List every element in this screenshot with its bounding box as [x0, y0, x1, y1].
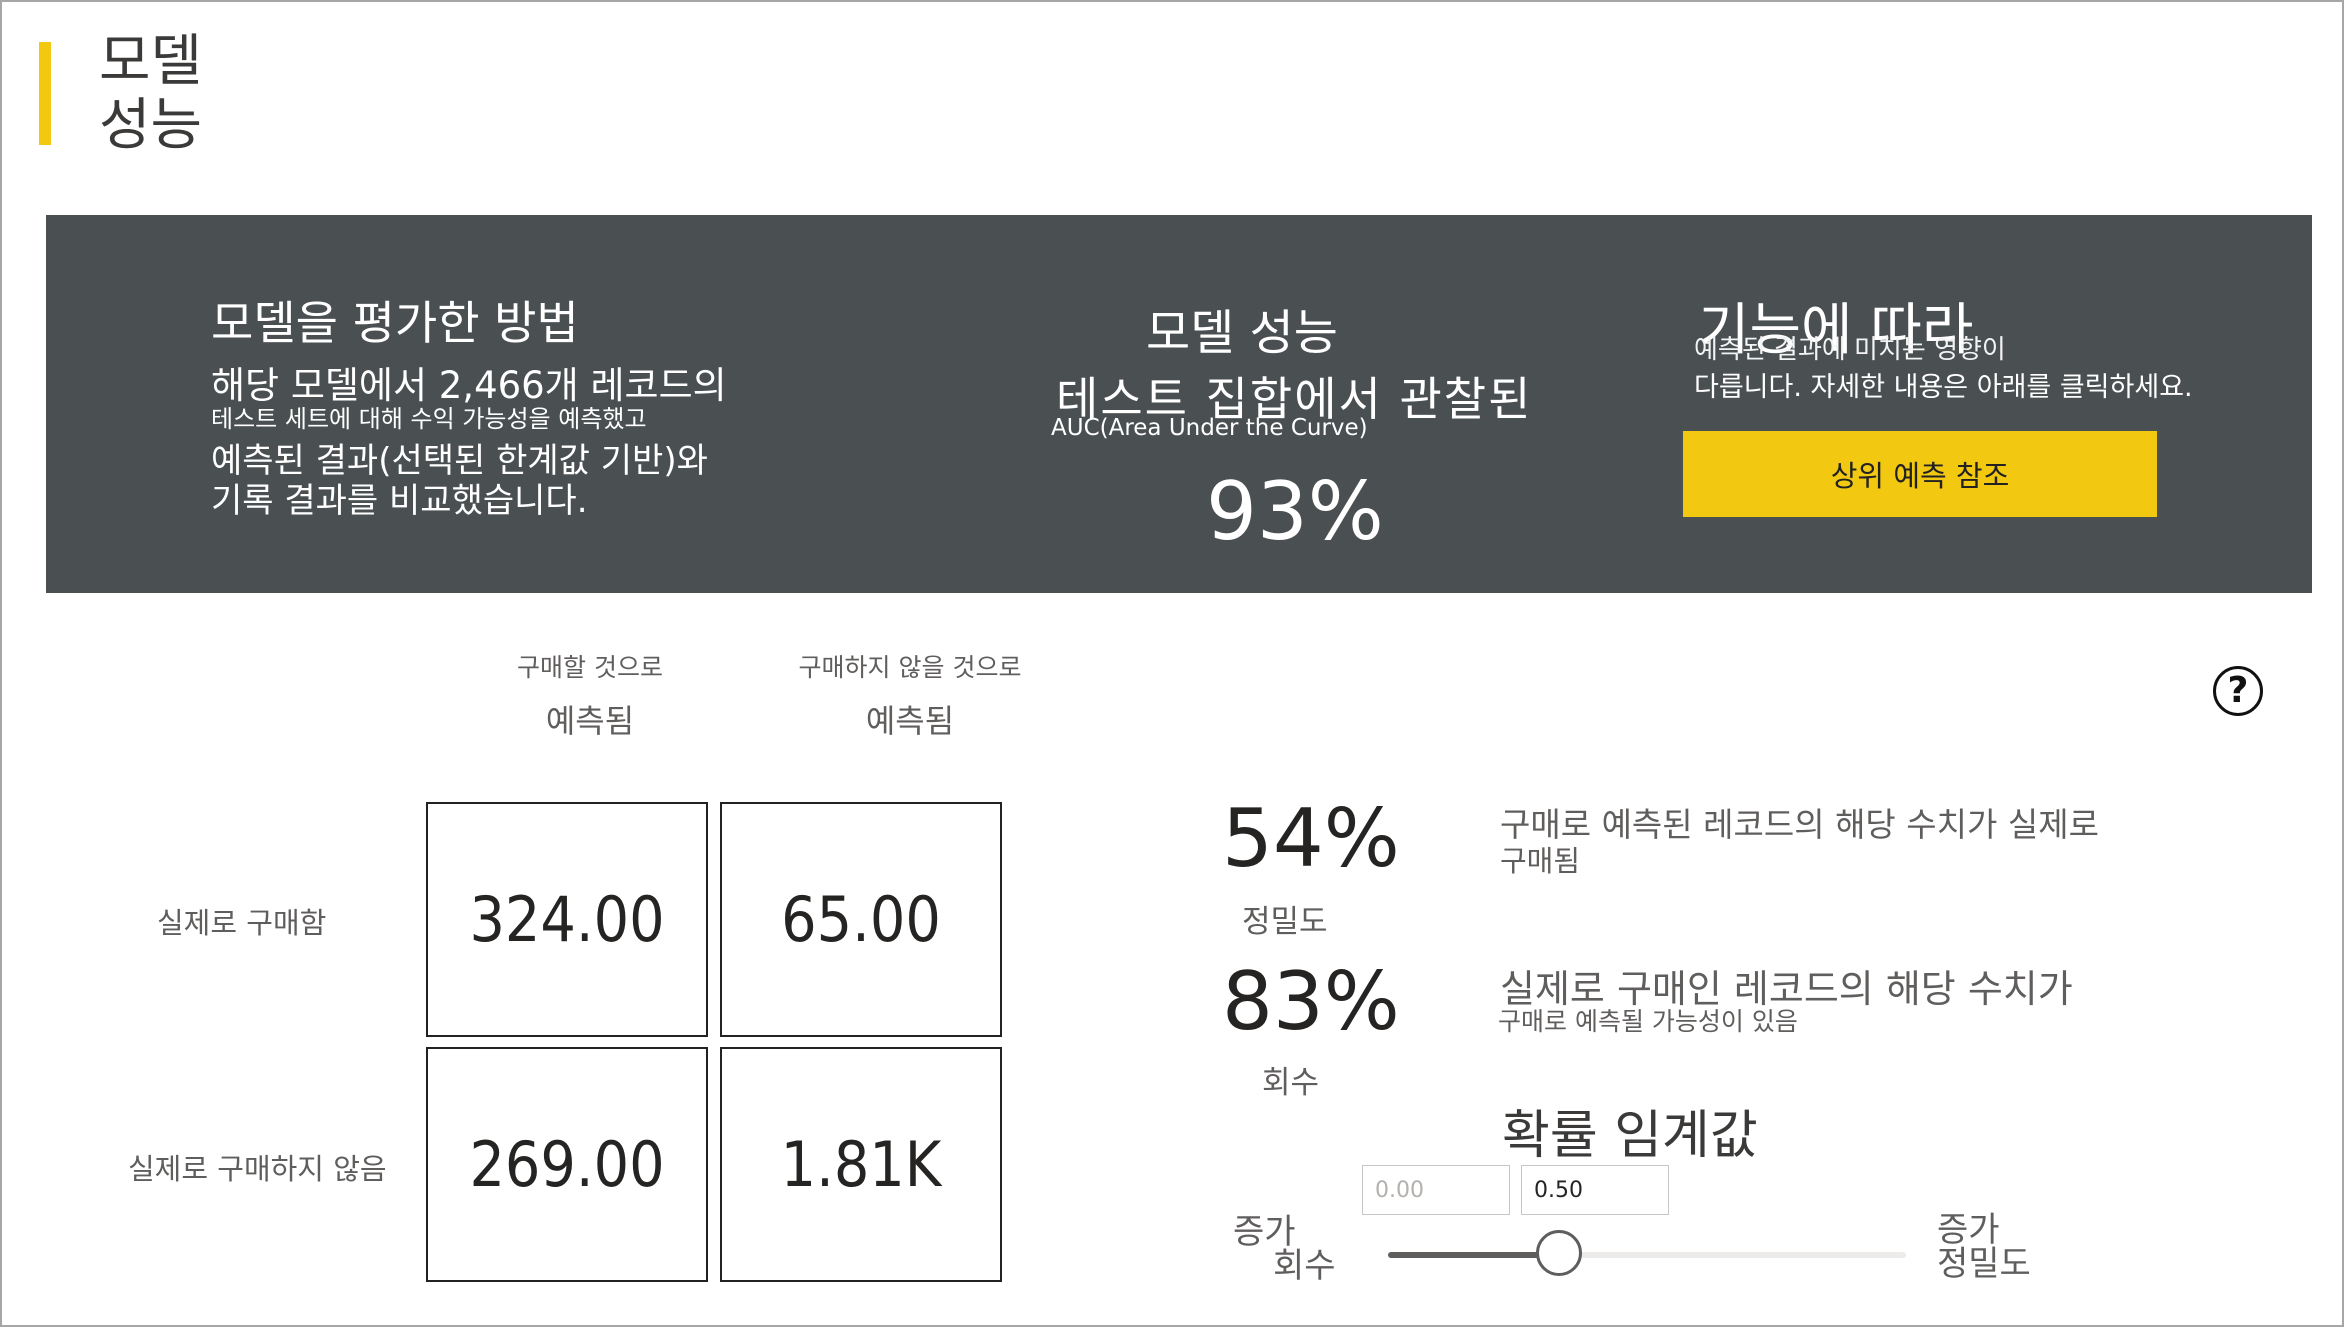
slider-right-label-line2: 정밀도 — [1937, 1244, 2031, 1284]
title-accent-bar — [39, 42, 51, 145]
top-predictions-button[interactable]: 상위 예측 참조 — [1683, 431, 2157, 517]
feature-influence-line1: 예측된 결과에 미치는 영향이 — [1694, 335, 2006, 365]
precision-description-line1: 구매로 예측된 레코드의 해당 수치가 실제로 — [1500, 805, 2099, 844]
probability-threshold-title: 확률 임계값 — [1502, 1106, 1758, 1166]
help-icon[interactable]: ? — [2213, 666, 2263, 716]
auc-label: AUC(Area Under the Curve) — [1051, 415, 1368, 441]
matrix-cell-true-positive: 324.00 — [426, 802, 708, 1037]
recall-value: 83% — [1222, 955, 1400, 1048]
precision-description-line2: 구매됨 — [1500, 844, 1581, 878]
threshold-value-input[interactable] — [1521, 1165, 1669, 1215]
col-header-small: 구매할 것으로 — [517, 653, 663, 682]
threshold-slider-fill — [1388, 1252, 1559, 1258]
matrix-cell-false-negative: 65.00 — [720, 802, 1002, 1037]
row-label-actual-buy: 실제로 구매함 — [157, 906, 327, 940]
slider-left-label: 증가 회수 — [1233, 1215, 1336, 1283]
slider-left-label-line1: 증가 — [1233, 1212, 1296, 1252]
page-title-line1: 모델 — [99, 29, 203, 94]
col-header-predicted-not-buy: 구매하지 않을 것으로 예측됨 — [760, 648, 1060, 742]
precision-value: 54% — [1222, 792, 1400, 885]
col-header-big: 예측됨 — [545, 702, 635, 740]
threshold-min-input[interactable] — [1362, 1165, 1510, 1215]
slider-right-label: 증가 정밀도 — [1937, 1213, 2031, 1281]
col-header-big: 예측됨 — [865, 702, 955, 740]
col-header-small: 구매하지 않을 것으로 — [798, 653, 1022, 682]
feature-influence-line2: 다릅니다. 자세한 내용은 아래를 클릭하세요. — [1694, 372, 2193, 403]
page-title-line2: 성능 — [99, 93, 203, 158]
matrix-cell-true-negative: 1.81K — [720, 1047, 1002, 1282]
evaluation-text-line2: 테스트 세트에 대해 수익 가능성을 예측했고 — [211, 405, 647, 433]
slider-right-label-line1: 증가 — [1937, 1210, 2000, 1250]
summary-banner: 모델을 평가한 방법 해당 모델에서 2,466개 레코드의 테스트 세트에 대… — [46, 215, 2312, 593]
report-frame — [0, 0, 2344, 1327]
evaluation-title: 모델을 평가한 방법 — [211, 296, 579, 350]
threshold-slider[interactable] — [1388, 1230, 1906, 1276]
recall-label: 회수 — [1262, 1065, 1320, 1101]
auc-value: 93% — [1206, 465, 1384, 558]
recall-description-line2: 구매로 예측될 가능성이 있음 — [1498, 1007, 1798, 1036]
model-performance-title: 모델 성능 — [1146, 305, 1338, 361]
matrix-cell-false-positive: 269.00 — [426, 1047, 708, 1282]
row-label-actual-not-buy: 실제로 구매하지 않음 — [128, 1152, 387, 1186]
evaluation-text-line4: 기록 결과를 비교했습니다. — [211, 481, 588, 521]
threshold-slider-thumb[interactable] — [1535, 1230, 1582, 1276]
page-title: 모델 성능 — [99, 30, 202, 158]
precision-label: 정밀도 — [1242, 904, 1328, 940]
slider-left-label-line2: 회수 — [1273, 1246, 1336, 1286]
col-header-predicted-buy: 구매할 것으로 예측됨 — [490, 648, 690, 742]
